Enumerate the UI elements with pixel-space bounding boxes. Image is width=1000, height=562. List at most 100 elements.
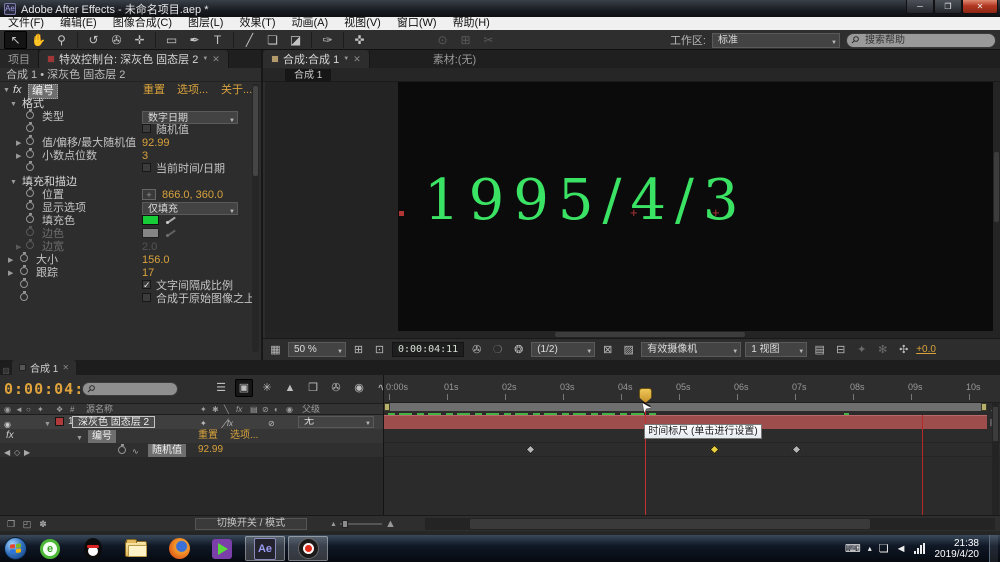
clone-stamp-tool-icon[interactable]: ❏: [261, 31, 284, 49]
stopwatch-icon[interactable]: [26, 124, 34, 132]
keyframe[interactable]: [526, 445, 536, 455]
work-area-end-handle[interactable]: [981, 403, 987, 411]
expand-inout-icon[interactable]: ✽: [36, 518, 50, 530]
work-area-bar[interactable]: [384, 403, 987, 411]
pan-behind-tool-icon[interactable]: ✛: [128, 31, 151, 49]
tab-project[interactable]: 项目: [0, 50, 39, 68]
timeline-tab[interactable]: 合成 1 ✕: [12, 360, 76, 375]
view-layout-select[interactable]: 1 视图▼: [745, 342, 807, 357]
composite-checkbox[interactable]: [142, 293, 151, 302]
property-row[interactable]: ◀ ◇ ▶ ∿ 随机值 92.99: [0, 443, 383, 457]
brainstorm-icon[interactable]: ◉: [350, 379, 368, 397]
expand-icon[interactable]: ▶: [16, 137, 21, 150]
grid-options-icon[interactable]: ▦: [267, 342, 284, 358]
scrollbar[interactable]: [252, 84, 259, 352]
viewer-timecode[interactable]: 0:00:04:11: [392, 342, 464, 357]
options-link[interactable]: 选项...: [177, 84, 208, 97]
eyedropper-icon[interactable]: [165, 215, 177, 225]
options-link[interactable]: 选项...: [230, 429, 258, 443]
pen-tool-icon[interactable]: ✒: [183, 31, 206, 49]
taskbar-item-potplayer[interactable]: [202, 536, 242, 561]
menu-window[interactable]: 窗口(W): [389, 17, 445, 30]
group-format[interactable]: ▼ 格式: [0, 98, 252, 111]
group-fill-stroke[interactable]: ▼ 填充和描边: [0, 176, 252, 189]
playhead-line[interactable]: [645, 401, 646, 515]
minimize-button[interactable]: ─: [906, 0, 934, 14]
expand-icon[interactable]: ▼: [10, 176, 17, 189]
parent-select[interactable]: 无 ▼: [298, 416, 374, 428]
draft-3d-icon[interactable]: ✳: [258, 379, 276, 397]
taskbar-item-firefox[interactable]: [159, 536, 199, 561]
shy-layers-icon[interactable]: ▲: [281, 379, 299, 397]
taskbar-item-screen-recorder[interactable]: [288, 536, 328, 561]
tab-close-icon[interactable]: ✕: [212, 54, 220, 65]
tray-expand-icon[interactable]: ▴: [868, 544, 872, 553]
position-value[interactable]: 866.0, 360.0: [162, 189, 223, 202]
help-search-input[interactable]: [865, 34, 990, 47]
eraser-tool-icon[interactable]: ◪: [284, 31, 307, 49]
tab-close-icon[interactable]: ✕: [62, 363, 69, 372]
taskbar-item-360-browser[interactable]: e: [30, 536, 70, 561]
reset-link[interactable]: 重置: [143, 84, 165, 97]
text-tool-icon[interactable]: T: [206, 31, 229, 49]
menu-edit[interactable]: 编辑(E): [52, 17, 105, 30]
zoom-in-icon[interactable]: ▲: [385, 518, 396, 530]
reset-link[interactable]: 重置: [198, 429, 218, 443]
layer-row[interactable]: ◉ ▼ 1 深灰色 固态层 2 ✦ ╱fx ⊘ 无 ▼: [0, 415, 383, 429]
reset-exposure-icon[interactable]: ✦: [853, 342, 870, 358]
transparency-grid-icon[interactable]: ▨: [620, 342, 637, 358]
time-ruler[interactable]: 0:00s 01s 02s 03s 04s 05s 06s 07s 08s 09…: [384, 375, 1000, 403]
stopwatch-icon[interactable]: [20, 280, 28, 288]
stopwatch-icon[interactable]: [26, 111, 34, 119]
tab-footage[interactable]: 素材:(无): [425, 50, 484, 68]
menu-help[interactable]: 帮助(H): [445, 17, 498, 30]
anchor-point-icon[interactable]: +: [712, 206, 720, 219]
timeline-search-input[interactable]: [99, 383, 174, 395]
anchor-point-icon[interactable]: +: [630, 206, 638, 219]
network-icon[interactable]: [914, 543, 925, 554]
comp-canvas[interactable]: 1995/4/3 + +: [265, 82, 993, 338]
zoom-slider-thumb[interactable]: [342, 520, 348, 528]
stopwatch-icon[interactable]: [26, 189, 34, 197]
property-value[interactable]: 92.99: [198, 443, 223, 457]
position-crosshair-icon[interactable]: +: [142, 189, 156, 200]
decimal-value[interactable]: 3: [142, 150, 148, 163]
start-button[interactable]: [4, 537, 27, 560]
stopwatch-icon[interactable]: [20, 254, 28, 262]
current-time-checkbox[interactable]: [142, 163, 151, 172]
mini-flowchart-icon[interactable]: ☰: [212, 379, 230, 397]
scrollbar-vertical[interactable]: [993, 82, 1000, 338]
keyframe[interactable]: [792, 445, 802, 455]
live-update-icon[interactable]: ▣: [235, 379, 253, 397]
zoom-tool-icon[interactable]: ⚲: [50, 31, 73, 49]
stopwatch-icon[interactable]: [20, 293, 28, 301]
tab-composition[interactable]: 合成:合成 1 ▼ ✕: [263, 50, 370, 68]
stopwatch-icon[interactable]: [26, 215, 34, 223]
taskbar-item-qq[interactable]: [73, 536, 113, 561]
tab-close-icon[interactable]: ✕: [353, 54, 361, 65]
effect-row[interactable]: fx ▼ 编号 重置 选项...: [0, 429, 383, 443]
effect-name[interactable]: 编号: [88, 430, 116, 444]
stopwatch-icon[interactable]: [118, 446, 126, 454]
work-area-start-handle[interactable]: [384, 403, 390, 411]
stopwatch-icon[interactable]: [26, 202, 34, 210]
layer-color-label[interactable]: [55, 417, 64, 426]
resolution-select[interactable]: (1/2)▼: [531, 342, 595, 357]
tracking-value[interactable]: 17: [142, 267, 154, 280]
expand-icon[interactable]: ▼: [3, 84, 10, 97]
show-desktop-button[interactable]: [989, 535, 998, 562]
puppet-pin-tool-icon[interactable]: ✜: [348, 31, 371, 49]
exposure-value[interactable]: +0.0: [916, 344, 936, 355]
expand-layers-icon[interactable]: ❐: [4, 518, 18, 530]
timeline-search[interactable]: ⚲: [82, 382, 178, 396]
type-select[interactable]: 数字日期 ▼: [142, 111, 238, 124]
taskbar-item-after-effects[interactable]: Ae: [245, 536, 285, 561]
region-of-interest-icon[interactable]: ⊠: [599, 342, 616, 358]
taskbar-clock[interactable]: 21:38 2019/4/20: [935, 538, 980, 560]
expand-icon[interactable]: ▶: [8, 254, 13, 267]
stopwatch-icon[interactable]: [26, 137, 34, 145]
menu-file[interactable]: 文件(F): [0, 17, 52, 30]
speaker-icon[interactable]: ◄: [896, 543, 907, 555]
flowchart-icon[interactable]: ⊟: [832, 342, 849, 358]
magnification-select[interactable]: 50 %▼: [288, 342, 346, 357]
